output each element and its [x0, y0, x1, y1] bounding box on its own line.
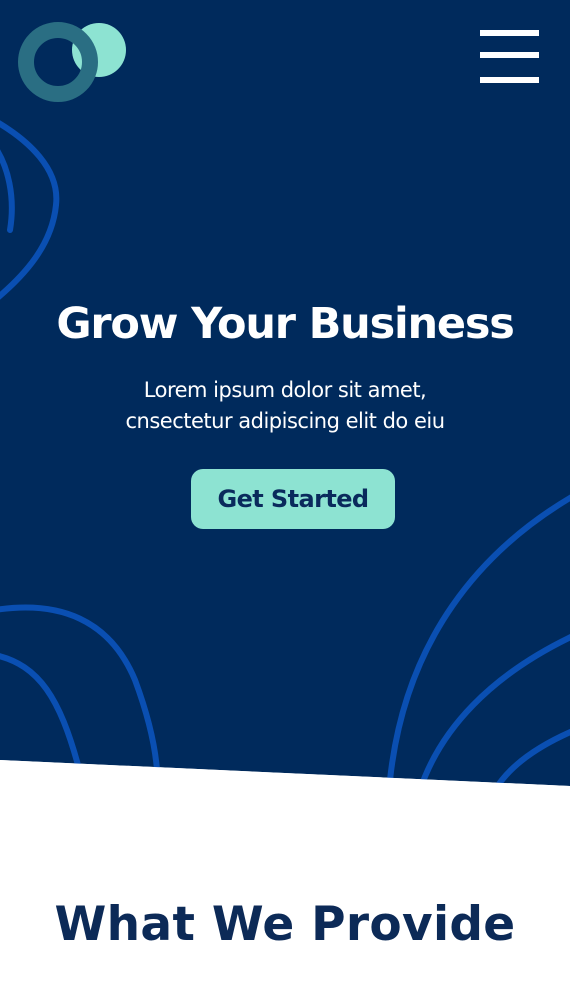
what-we-provide-heading: What We Provide: [54, 897, 516, 952]
menu-bar-middle: [480, 52, 539, 58]
get-started-button[interactable]: Get Started: [191, 469, 395, 529]
hero-section: Grow Your Business Lorem ipsum dolor sit…: [0, 0, 570, 800]
hero-subtitle: Lorem ipsum dolor sit amet, cnsectetur a…: [0, 375, 570, 437]
logo-icon[interactable]: [18, 20, 130, 104]
menu-bar-bottom: [480, 77, 539, 83]
hamburger-menu-icon[interactable]: [478, 28, 540, 86]
hero-subtitle-line-2: cnsectetur adipiscing elit do eiu: [125, 409, 445, 433]
menu-bar-top: [480, 30, 539, 36]
hero-subtitle-line-1: Lorem ipsum dolor sit amet,: [143, 378, 427, 402]
hero-title: Grow Your Business: [56, 299, 515, 349]
